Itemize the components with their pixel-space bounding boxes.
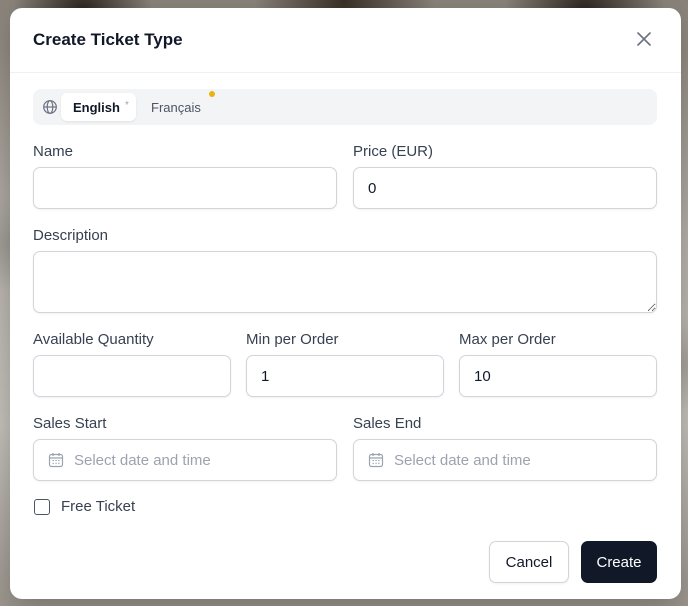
free-ticket-label[interactable]: Free Ticket [61, 498, 135, 515]
available-quantity-label: Available Quantity [33, 331, 154, 348]
available-quantity-input[interactable] [33, 355, 231, 397]
tab-french[interactable]: Français [151, 93, 201, 121]
untranslated-indicator-dot [209, 91, 215, 97]
close-button[interactable] [635, 30, 653, 48]
name-label: Name [33, 143, 74, 160]
price-input[interactable] [353, 167, 657, 209]
min-per-order-input[interactable] [246, 355, 444, 397]
cancel-button[interactable]: Cancel [489, 541, 569, 583]
sales-end-label: Sales End [353, 415, 422, 432]
calendar-icon [368, 453, 384, 468]
min-per-order-label: Min per Order [246, 331, 339, 348]
price-label: Price (EUR) [353, 143, 434, 160]
tab-english[interactable]: English * [61, 93, 136, 121]
calendar-icon [48, 453, 64, 468]
sales-end-datepicker[interactable]: Select date and time [353, 439, 657, 481]
max-per-order-input[interactable] [459, 355, 657, 397]
globe-icon [43, 100, 57, 114]
dialog-title: Create Ticket Type [33, 30, 183, 49]
sales-end-placeholder: Select date and time [394, 451, 531, 469]
tab-french-label: Français [151, 99, 201, 115]
tab-english-label: English [73, 99, 120, 115]
sales-start-placeholder: Select date and time [74, 451, 211, 469]
create-ticket-type-dialog: Create Ticket Type English * Français Na… [10, 8, 681, 599]
name-input[interactable] [33, 167, 337, 209]
max-per-order-label: Max per Order [459, 331, 556, 348]
sales-start-label: Sales Start [33, 415, 107, 432]
sales-start-datepicker[interactable]: Select date and time [33, 439, 337, 481]
create-button[interactable]: Create [581, 541, 657, 583]
description-label: Description [33, 227, 109, 244]
description-textarea[interactable] [33, 251, 657, 313]
close-icon [637, 32, 651, 46]
dialog-header: Create Ticket Type [10, 8, 681, 73]
language-switcher: English * Français [33, 89, 657, 125]
required-marker: * [124, 99, 129, 111]
free-ticket-checkbox[interactable] [34, 499, 50, 515]
